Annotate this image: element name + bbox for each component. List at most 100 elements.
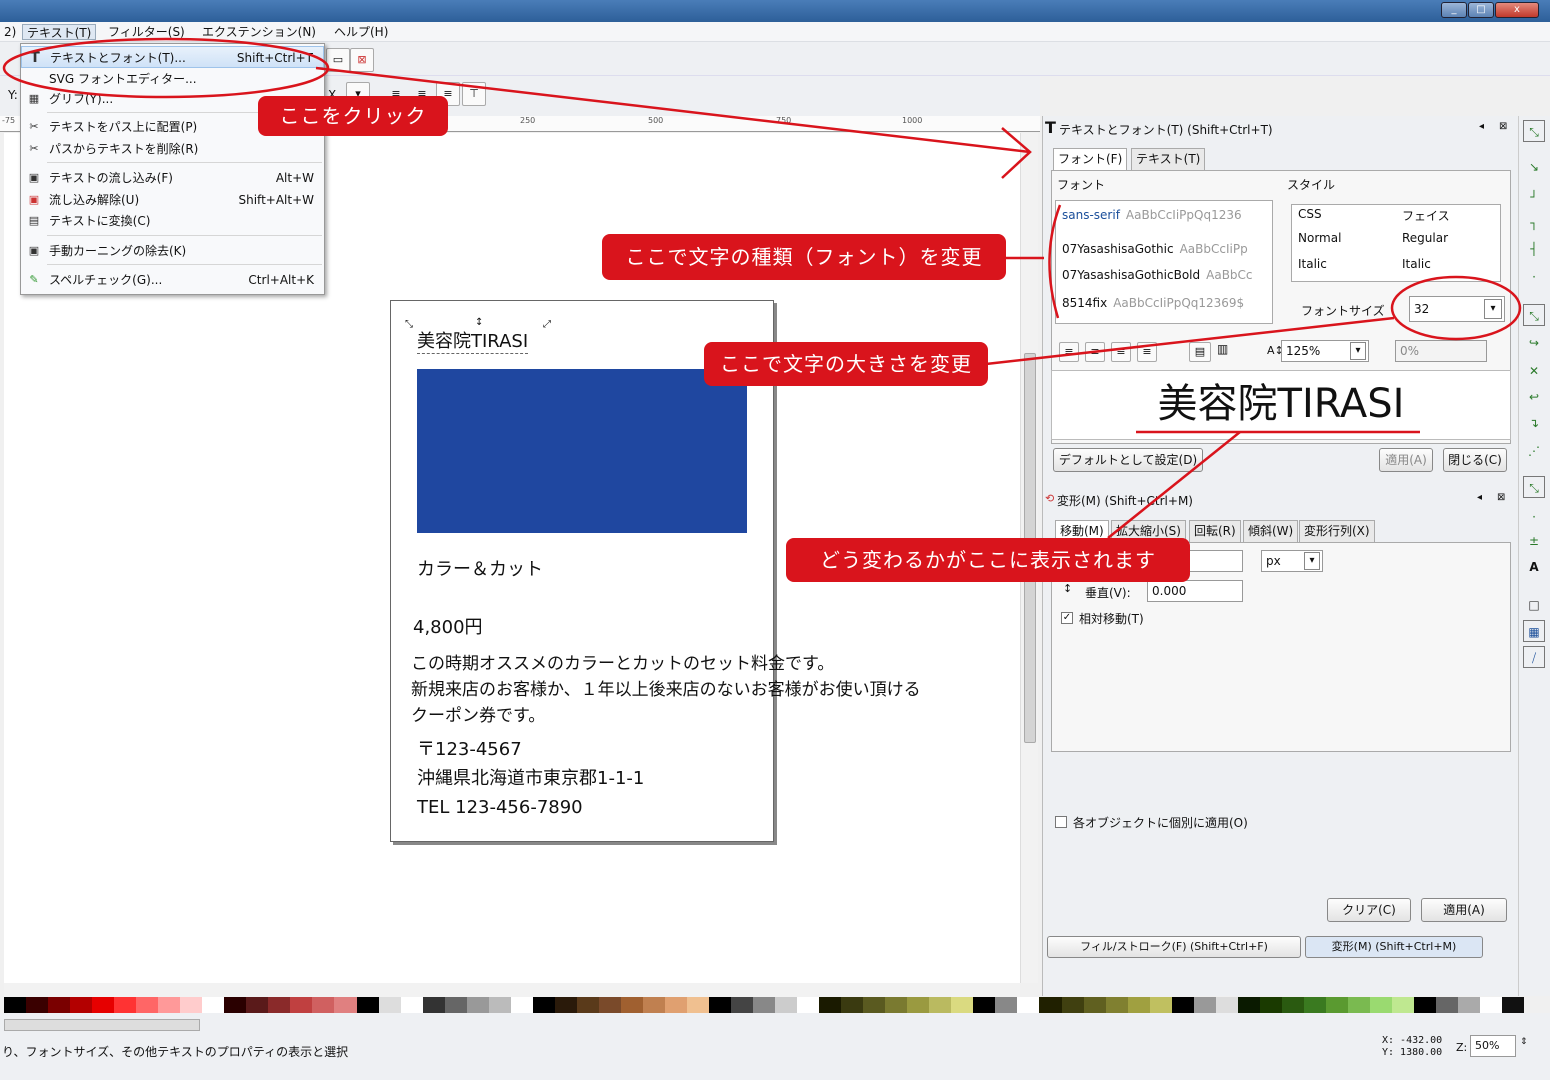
toolbar-button[interactable]: ▭	[326, 48, 350, 72]
color-swatch[interactable]	[642, 997, 665, 1013]
color-swatch[interactable]	[466, 997, 489, 1013]
snap-nodes-icon[interactable]: ⤡	[1523, 304, 1545, 326]
color-swatch[interactable]	[863, 997, 886, 1013]
align-center-icon[interactable]: ≡	[1085, 342, 1105, 362]
vertical-move-field[interactable]: 0.000	[1147, 580, 1243, 602]
align-right-icon[interactable]: ≡	[1111, 342, 1131, 362]
resize-handle-icon[interactable]: ⤢	[543, 319, 551, 330]
menu-name-text[interactable]: カラー＆カット	[417, 555, 543, 581]
snap-bbox-icon[interactable]: ↘	[1523, 156, 1545, 178]
color-swatch[interactable]	[1480, 997, 1503, 1013]
color-swatch[interactable]	[1436, 997, 1459, 1013]
close-window-button[interactable]: x	[1495, 2, 1539, 18]
color-swatch[interactable]	[1171, 997, 1194, 1013]
tab-skew[interactable]: 傾斜(W)	[1243, 520, 1299, 542]
color-swatch[interactable]	[1237, 997, 1260, 1013]
color-swatch[interactable]	[70, 997, 93, 1013]
maximize-button[interactable]: □	[1468, 2, 1494, 18]
color-swatch[interactable]	[973, 997, 996, 1013]
menu-item-unflow[interactable]: ▣ 流し込み解除(U) Shift+Alt+W	[21, 189, 324, 211]
color-swatch[interactable]	[1105, 997, 1128, 1013]
palette-scrollbar[interactable]	[4, 1019, 200, 1031]
menu-item-convert-to-text[interactable]: ▤ テキストに変換(C)	[21, 210, 324, 232]
color-swatch[interactable]	[136, 997, 159, 1013]
snap-edge-icon[interactable]: ┘	[1523, 186, 1545, 208]
color-swatch[interactable]	[1149, 997, 1172, 1013]
dropdown-arrow-icon[interactable]: ▾	[1350, 342, 1366, 360]
color-swatch[interactable]	[686, 997, 709, 1013]
dropdown-arrow-icon[interactable]: ▾	[1304, 552, 1320, 570]
color-swatch[interactable]	[664, 997, 687, 1013]
color-swatch[interactable]	[1369, 997, 1392, 1013]
snap-grid-icon[interactable]: ▦	[1523, 620, 1545, 642]
menu-help[interactable]: ヘルプ(H)	[330, 24, 392, 40]
color-swatch[interactable]	[1281, 997, 1304, 1013]
color-swatch[interactable]	[268, 997, 291, 1013]
color-swatch[interactable]	[1303, 997, 1326, 1013]
color-swatch[interactable]	[180, 997, 203, 1013]
color-swatch[interactable]	[356, 997, 379, 1013]
snap-rotation-center-icon[interactable]: ±	[1523, 530, 1545, 552]
color-swatch[interactable]	[334, 997, 357, 1013]
menu-extensions[interactable]: エクステンション(N)	[198, 24, 320, 40]
horizontal-scrollbar[interactable]	[4, 983, 1020, 997]
menu-item-remove-from-path[interactable]: ✂ パスからテキストを削除(R)	[21, 138, 324, 160]
title-text-object[interactable]: 美容院TIRASI	[417, 327, 529, 354]
text-apply-button[interactable]: 適用(A)	[1379, 448, 1433, 472]
color-swatch[interactable]	[1215, 997, 1238, 1013]
align-left-icon[interactable]: ≡	[1059, 342, 1079, 362]
snap-center-icon[interactable]: ·	[1523, 266, 1545, 288]
color-swatch[interactable]	[819, 997, 842, 1013]
vertical-text-icon[interactable]: ▥	[1217, 342, 1228, 356]
menu-item-flow-into-frame[interactable]: ▣ テキストの流し込み(F) Alt+W	[21, 167, 324, 189]
snap-line-midpoint-icon[interactable]: ⋰	[1523, 440, 1545, 462]
color-swatch[interactable]	[753, 997, 776, 1013]
font-row[interactable]: 8514fix AaBbCcIiPpQq12369$	[1062, 293, 1244, 313]
dropdown-arrow-icon[interactable]: ▾	[1484, 299, 1502, 319]
transform-apply-button[interactable]: 適用(A)	[1421, 898, 1507, 922]
snap-toggle-icon[interactable]: ⤡	[1523, 120, 1545, 142]
color-swatch[interactable]	[620, 997, 643, 1013]
color-swatch[interactable]	[1193, 997, 1216, 1013]
minimize-button[interactable]: _	[1441, 2, 1467, 18]
color-swatch[interactable]	[576, 997, 599, 1013]
color-swatch[interactable]	[1391, 997, 1414, 1013]
letter-spacing-combo[interactable]: 0%	[1395, 340, 1487, 362]
snap-path-icon[interactable]: ↪	[1523, 332, 1545, 354]
snap-midpoint-icon[interactable]: ┤	[1523, 238, 1545, 260]
spin-arrows-icon[interactable]: ⇕	[1520, 1037, 1528, 1047]
snap-corner-icon[interactable]: ┐	[1523, 212, 1545, 234]
color-swatch[interactable]	[797, 997, 820, 1013]
close-icon[interactable]: ⊠	[1497, 492, 1505, 503]
color-swatch[interactable]	[444, 997, 467, 1013]
color-swatch[interactable]	[995, 997, 1018, 1013]
color-swatch[interactable]	[554, 997, 577, 1013]
color-swatch[interactable]	[1017, 997, 1040, 1013]
color-swatch[interactable]	[224, 997, 247, 1013]
color-swatch[interactable]	[885, 997, 908, 1013]
color-swatch[interactable]	[1458, 997, 1481, 1013]
style-css[interactable]: Normal	[1298, 231, 1341, 245]
resize-handle-icon[interactable]: ⤡	[405, 319, 413, 330]
dock-icon[interactable]: ◂	[1479, 121, 1484, 132]
horizontal-text-icon[interactable]: ▤	[1189, 342, 1211, 362]
color-swatch[interactable]	[532, 997, 555, 1013]
color-swatch[interactable]	[775, 997, 798, 1013]
blue-rectangle[interactable]	[417, 369, 747, 533]
menu-text[interactable]: テキスト(T)	[22, 24, 97, 40]
unit-select[interactable]: px ▾	[1261, 550, 1323, 572]
font-style-list[interactable]: CSS フェイス Normal Regular Italic Italic	[1291, 204, 1501, 282]
font-size-combo[interactable]: 32 ▾	[1409, 296, 1505, 322]
resize-handle-icon[interactable]: ↕	[475, 317, 483, 328]
color-swatch[interactable]	[709, 997, 732, 1013]
color-swatch[interactable]	[598, 997, 621, 1013]
color-swatch[interactable]	[1502, 997, 1525, 1013]
font-row[interactable]: 07YasashisaGothicBold AaBbCc	[1062, 265, 1253, 285]
color-swatch[interactable]	[1083, 997, 1106, 1013]
menu-filter[interactable]: フィルター(S)	[104, 24, 189, 40]
color-swatch[interactable]	[951, 997, 974, 1013]
color-swatch[interactable]	[488, 997, 511, 1013]
menu-partial[interactable]: 2)	[0, 24, 20, 40]
line-spacing-combo[interactable]: 125% ▾	[1281, 340, 1369, 362]
color-swatch[interactable]	[510, 997, 533, 1013]
